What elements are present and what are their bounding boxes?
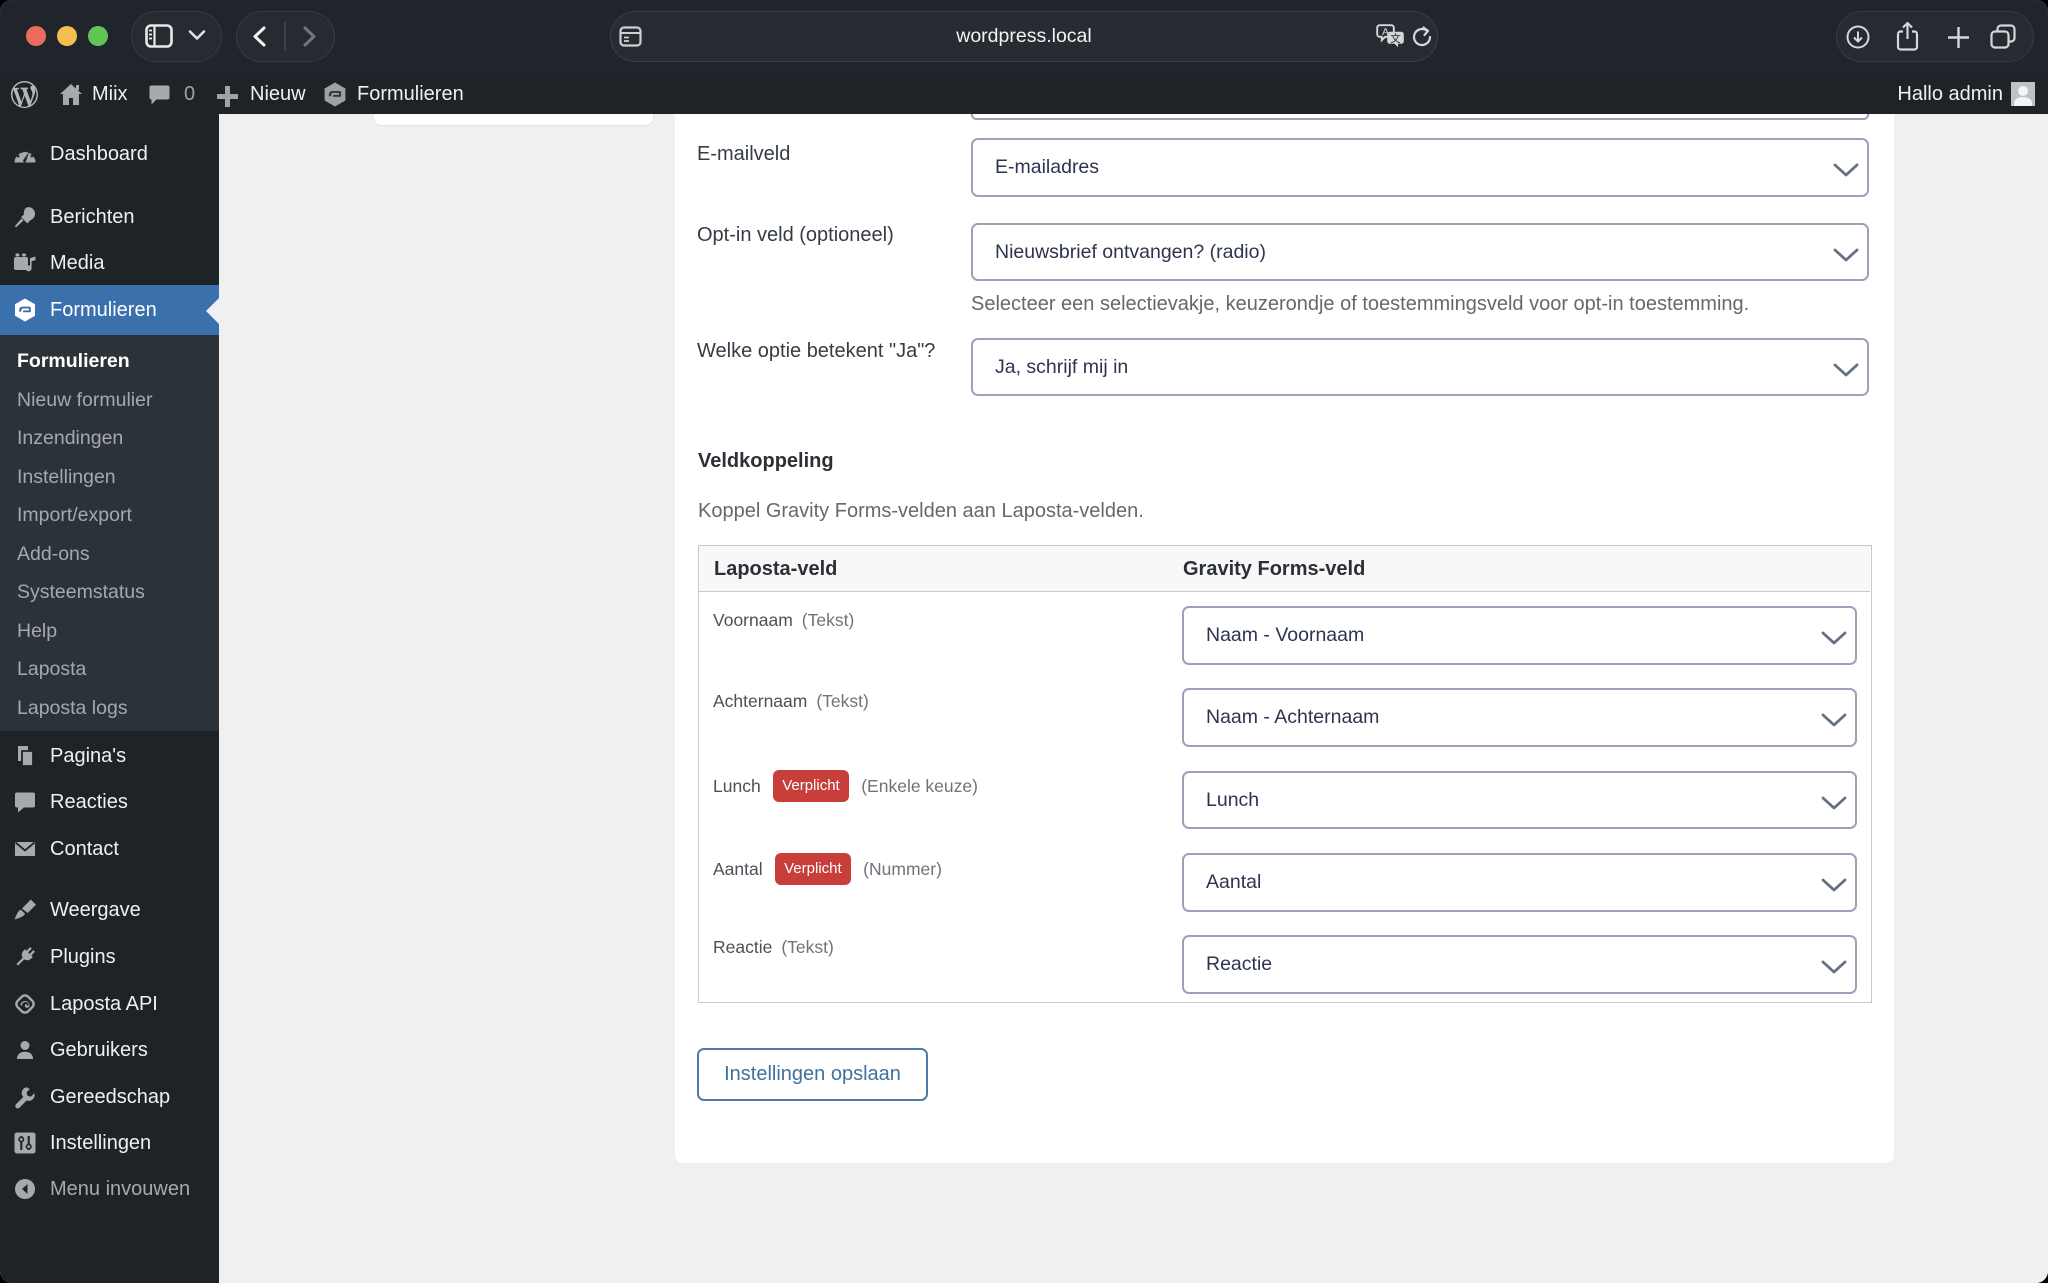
svg-text:文: 文: [1390, 32, 1401, 45]
